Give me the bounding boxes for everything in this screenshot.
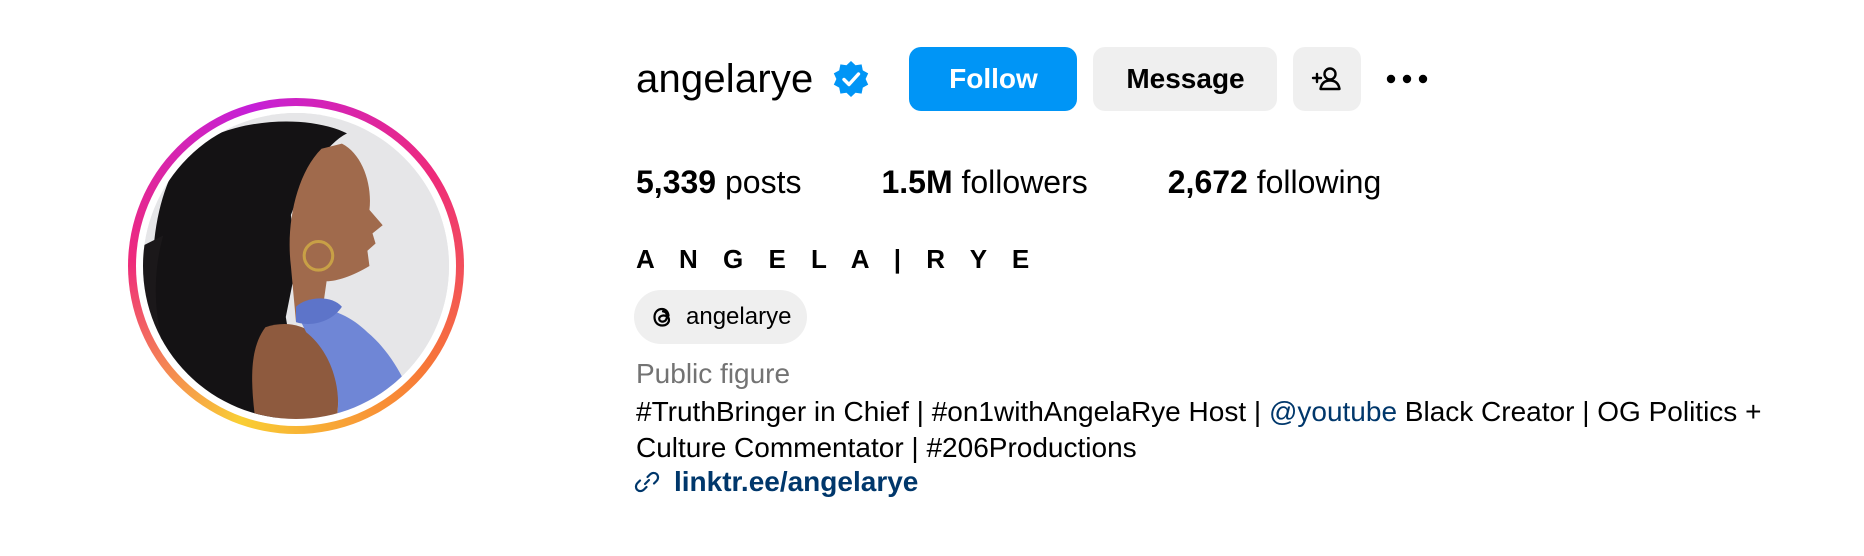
- posts-stat: 5,339 posts: [636, 164, 801, 201]
- threads-icon: [653, 307, 671, 327]
- more-options-icon: [1387, 74, 1428, 84]
- profile-stats: 5,339 posts 1.5M followers 2,672 followi…: [636, 164, 1461, 201]
- following-label: following: [1247, 164, 1382, 200]
- username[interactable]: angelarye: [636, 57, 813, 102]
- profile-category: Public figure: [636, 358, 791, 389]
- suggest-accounts-button[interactable]: [1293, 47, 1362, 111]
- profile-link-text[interactable]: linktr.ee/angelarye: [674, 466, 918, 498]
- followers-label: followers: [952, 164, 1088, 200]
- message-button[interactable]: Message: [1093, 47, 1278, 111]
- profile-link[interactable]: linktr.ee/angelarye: [634, 466, 918, 498]
- avatar-photo: [143, 113, 449, 419]
- threads-handle: angelarye: [686, 303, 792, 330]
- bio-text-1: #TruthBringer in Chief | #on1withAngelaR…: [636, 396, 1269, 427]
- follow-button[interactable]: Follow: [909, 47, 1078, 111]
- following-stat[interactable]: 2,672 following: [1168, 164, 1381, 201]
- posts-label: posts: [716, 164, 802, 200]
- avatar[interactable]: [143, 113, 449, 419]
- add-user-icon: [1312, 67, 1342, 91]
- threads-badge[interactable]: angelarye: [634, 290, 808, 344]
- profile-header: angelarye Follow Message: [636, 46, 1437, 112]
- avatar-ring-gap: [136, 106, 456, 426]
- full-name: A N G E L A | R Y E: [636, 244, 1039, 274]
- profile-bio: #TruthBringer in Chief | #on1withAngelaR…: [636, 394, 1816, 466]
- more-options-button[interactable]: [1377, 47, 1437, 111]
- following-count: 2,672: [1167, 164, 1248, 200]
- followers-stat[interactable]: 1.5M followers: [881, 164, 1087, 201]
- avatar-story-ring[interactable]: [128, 98, 464, 434]
- bio-mention-link[interactable]: @youtube: [1269, 396, 1397, 427]
- followers-count: 1.5M: [881, 164, 953, 200]
- link-icon: [634, 471, 660, 493]
- posts-count: 5,339: [636, 164, 717, 200]
- verified-badge-icon: [834, 61, 869, 97]
